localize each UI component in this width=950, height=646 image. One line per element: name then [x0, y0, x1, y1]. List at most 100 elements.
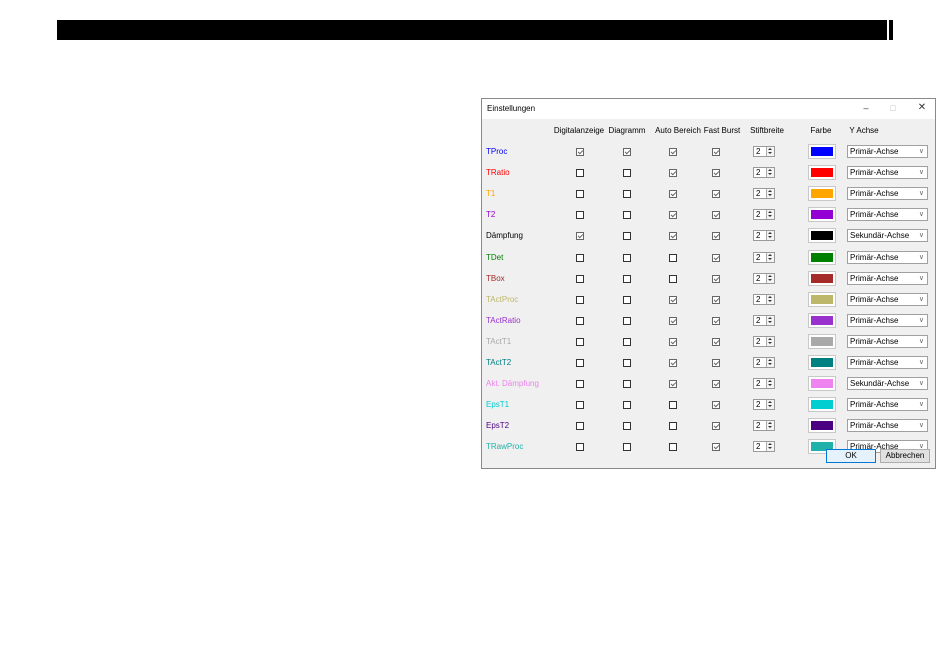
checkbox-fast[interactable] [712, 338, 720, 346]
checkbox-auto[interactable] [669, 443, 677, 451]
y-axis-select[interactable]: Sekundär-Achse ∨ [847, 229, 928, 242]
maximize-icon[interactable]: □ [887, 103, 899, 113]
pen-width-stepper[interactable]: 2 [753, 252, 775, 263]
checkbox-auto[interactable] [669, 190, 677, 198]
checkbox-diagram[interactable] [623, 211, 631, 219]
spin-arrows-icon[interactable] [766, 442, 774, 451]
checkbox-fast[interactable] [712, 359, 720, 367]
checkbox-digital[interactable] [576, 254, 584, 262]
spin-arrows-icon[interactable] [766, 189, 774, 198]
checkbox-digital[interactable] [576, 380, 584, 388]
checkbox-diagram[interactable] [623, 443, 631, 451]
spin-arrows-icon[interactable] [766, 168, 774, 177]
checkbox-auto[interactable] [669, 232, 677, 240]
checkbox-digital[interactable] [576, 190, 584, 198]
checkbox-digital[interactable] [576, 359, 584, 367]
spin-arrows-icon[interactable] [766, 358, 774, 367]
checkbox-auto[interactable] [669, 359, 677, 367]
checkbox-diagram[interactable] [623, 317, 631, 325]
spin-arrows-icon[interactable] [766, 274, 774, 283]
color-swatch-button[interactable] [808, 334, 836, 349]
pen-width-stepper[interactable]: 2 [753, 315, 775, 326]
checkbox-digital[interactable] [576, 401, 584, 409]
checkbox-fast[interactable] [712, 422, 720, 430]
checkbox-auto[interactable] [669, 169, 677, 177]
checkbox-fast[interactable] [712, 190, 720, 198]
checkbox-fast[interactable] [712, 211, 720, 219]
spin-arrows-icon[interactable] [766, 231, 774, 240]
color-swatch-button[interactable] [808, 271, 836, 286]
checkbox-auto[interactable] [669, 275, 677, 283]
color-swatch-button[interactable] [808, 313, 836, 328]
spin-arrows-icon[interactable] [766, 210, 774, 219]
y-axis-select[interactable]: Primär-Achse ∨ [847, 166, 928, 179]
checkbox-diagram[interactable] [623, 275, 631, 283]
checkbox-digital[interactable] [576, 275, 584, 283]
color-swatch-button[interactable] [808, 144, 836, 159]
color-swatch-button[interactable] [808, 186, 836, 201]
y-axis-select[interactable]: Primär-Achse ∨ [847, 187, 928, 200]
spin-arrows-icon[interactable] [766, 253, 774, 262]
checkbox-fast[interactable] [712, 401, 720, 409]
y-axis-select[interactable]: Primär-Achse ∨ [847, 314, 928, 327]
y-axis-select[interactable]: Sekundär-Achse ∨ [847, 377, 928, 390]
checkbox-diagram[interactable] [623, 296, 631, 304]
checkbox-auto[interactable] [669, 338, 677, 346]
checkbox-auto[interactable] [669, 422, 677, 430]
y-axis-select[interactable]: Primär-Achse ∨ [847, 335, 928, 348]
checkbox-digital[interactable] [576, 169, 584, 177]
pen-width-stepper[interactable]: 2 [753, 357, 775, 368]
checkbox-auto[interactable] [669, 148, 677, 156]
checkbox-fast[interactable] [712, 148, 720, 156]
checkbox-fast[interactable] [712, 254, 720, 262]
checkbox-digital[interactable] [576, 422, 584, 430]
pen-width-stepper[interactable]: 2 [753, 188, 775, 199]
spin-arrows-icon[interactable] [766, 337, 774, 346]
checkbox-diagram[interactable] [623, 422, 631, 430]
y-axis-select[interactable]: Primär-Achse ∨ [847, 398, 928, 411]
spin-arrows-icon[interactable] [766, 316, 774, 325]
checkbox-diagram[interactable] [623, 232, 631, 240]
checkbox-diagram[interactable] [623, 338, 631, 346]
color-swatch-button[interactable] [808, 250, 836, 265]
spin-arrows-icon[interactable] [766, 421, 774, 430]
checkbox-digital[interactable] [576, 338, 584, 346]
pen-width-stepper[interactable]: 2 [753, 378, 775, 389]
y-axis-select[interactable]: Primär-Achse ∨ [847, 272, 928, 285]
spin-arrows-icon[interactable] [766, 147, 774, 156]
pen-width-stepper[interactable]: 2 [753, 294, 775, 305]
checkbox-auto[interactable] [669, 211, 677, 219]
color-swatch-button[interactable] [808, 376, 836, 391]
checkbox-diagram[interactable] [623, 380, 631, 388]
checkbox-diagram[interactable] [623, 190, 631, 198]
pen-width-stepper[interactable]: 2 [753, 420, 775, 431]
color-swatch-button[interactable] [808, 207, 836, 222]
checkbox-diagram[interactable] [623, 401, 631, 409]
spin-arrows-icon[interactable] [766, 295, 774, 304]
color-swatch-button[interactable] [808, 355, 836, 370]
checkbox-auto[interactable] [669, 380, 677, 388]
checkbox-fast[interactable] [712, 443, 720, 451]
ok-button[interactable]: OK [826, 449, 876, 463]
checkbox-fast[interactable] [712, 169, 720, 177]
checkbox-auto[interactable] [669, 254, 677, 262]
color-swatch-button[interactable] [808, 292, 836, 307]
checkbox-diagram[interactable] [623, 169, 631, 177]
checkbox-auto[interactable] [669, 317, 677, 325]
pen-width-stepper[interactable]: 2 [753, 399, 775, 410]
y-axis-select[interactable]: Primär-Achse ∨ [847, 145, 928, 158]
y-axis-select[interactable]: Primär-Achse ∨ [847, 293, 928, 306]
cancel-button[interactable]: Abbrechen [880, 449, 930, 463]
minimize-icon[interactable]: – [860, 103, 872, 113]
checkbox-auto[interactable] [669, 401, 677, 409]
spin-arrows-icon[interactable] [766, 400, 774, 409]
pen-width-stepper[interactable]: 2 [753, 441, 775, 452]
checkbox-fast[interactable] [712, 232, 720, 240]
spin-arrows-icon[interactable] [766, 379, 774, 388]
y-axis-select[interactable]: Primär-Achse ∨ [847, 251, 928, 264]
pen-width-stepper[interactable]: 2 [753, 167, 775, 178]
pen-width-stepper[interactable]: 2 [753, 336, 775, 347]
checkbox-diagram[interactable] [623, 359, 631, 367]
checkbox-digital[interactable] [576, 232, 584, 240]
checkbox-fast[interactable] [712, 317, 720, 325]
